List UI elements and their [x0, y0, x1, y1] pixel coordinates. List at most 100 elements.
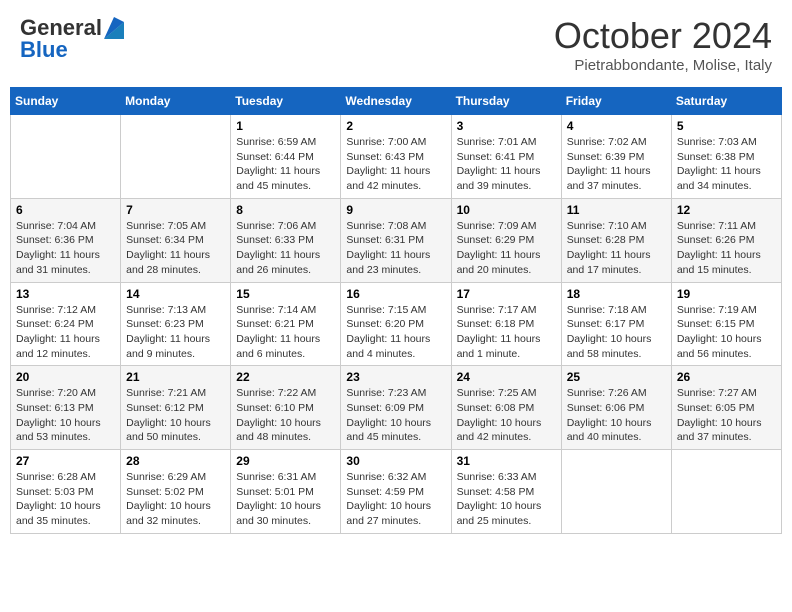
day-info: Sunrise: 7:04 AM Sunset: 6:36 PM Dayligh…: [16, 219, 115, 278]
calendar-cell: 18Sunrise: 7:18 AM Sunset: 6:17 PM Dayli…: [561, 282, 671, 366]
calendar-cell: 17 Sunrise: 7:17 AM Sunset: 6:18 PM Dayli…: [451, 282, 561, 366]
day-of-week-header: Sunday: [11, 88, 121, 115]
calendar-week-row: 1 Sunrise: 6:59 AM Sunset: 6:44 PM Daylig…: [11, 115, 782, 199]
day-number: 30: [346, 454, 445, 468]
day-number: 4: [567, 119, 666, 133]
day-number: 10: [457, 203, 556, 217]
day-number: 26: [677, 370, 776, 384]
calendar-cell: [561, 450, 671, 534]
day-number: 1: [236, 119, 335, 133]
day-number: 29: [236, 454, 335, 468]
calendar-cell: 20 Sunrise: 7:20 AM Sunset: 6:13 PM Dayli…: [11, 366, 121, 450]
day-number: 22: [236, 370, 335, 384]
day-info: Sunrise: 7:13 AM Sunset: 6:23 PM Dayligh…: [126, 303, 225, 362]
day-number: 17: [457, 287, 556, 301]
calendar-cell: 3Sunrise: 7:01 AM Sunset: 6:41 PM Daylig…: [451, 115, 561, 199]
day-info: Sunrise: 7:02 AM Sunset: 6:39 PM Dayligh…: [567, 135, 666, 194]
calendar-week-row: 13 Sunrise: 7:12 AM Sunset: 6:24 PM Dayli…: [11, 282, 782, 366]
calendar-cell: 26 Sunrise: 7:27 AM Sunset: 6:05 PM Dayli…: [671, 366, 781, 450]
calendar-cell: 14 Sunrise: 7:13 AM Sunset: 6:23 PM Dayli…: [121, 282, 231, 366]
day-number: 27: [16, 454, 115, 468]
calendar-cell: 30 Sunrise: 6:32 AM Sunset: 4:59 PM Dayli…: [341, 450, 451, 534]
calendar-cell: 2Sunrise: 7:00 AM Sunset: 6:43 PM Daylig…: [341, 115, 451, 199]
day-info: Sunrise: 6:59 AM Sunset: 6:44 PM Dayligh…: [236, 135, 335, 194]
day-number: 12: [677, 203, 776, 217]
day-info: Sunrise: 7:05 AM Sunset: 6:34 PM Dayligh…: [126, 219, 225, 278]
day-of-week-header: Saturday: [671, 88, 781, 115]
day-number: 21: [126, 370, 225, 384]
day-info: Sunrise: 7:26 AM Sunset: 6:06 PM Dayligh…: [567, 386, 666, 445]
day-number: 9: [346, 203, 445, 217]
day-info: Sunrise: 7:20 AM Sunset: 6:13 PM Dayligh…: [16, 386, 115, 445]
day-info: Sunrise: 6:29 AM Sunset: 5:02 PM Dayligh…: [126, 470, 225, 529]
day-of-week-header: Monday: [121, 88, 231, 115]
day-number: 28: [126, 454, 225, 468]
day-number: 14: [126, 287, 225, 301]
day-info: Sunrise: 7:09 AM Sunset: 6:29 PM Dayligh…: [457, 219, 556, 278]
day-info: Sunrise: 7:23 AM Sunset: 6:09 PM Dayligh…: [346, 386, 445, 445]
day-number: 25: [567, 370, 666, 384]
day-number: 23: [346, 370, 445, 384]
day-info: Sunrise: 7:11 AM Sunset: 6:26 PM Dayligh…: [677, 219, 776, 278]
calendar-cell: [121, 115, 231, 199]
day-number: 3: [457, 119, 556, 133]
day-of-week-header: Friday: [561, 88, 671, 115]
calendar-cell: 9 Sunrise: 7:08 AM Sunset: 6:31 PM Daylig…: [341, 198, 451, 282]
logo: General Blue: [20, 15, 124, 63]
calendar-cell: 13 Sunrise: 7:12 AM Sunset: 6:24 PM Dayli…: [11, 282, 121, 366]
calendar-cell: 6Sunrise: 7:04 AM Sunset: 6:36 PM Daylig…: [11, 198, 121, 282]
calendar-cell: 8Sunrise: 7:06 AM Sunset: 6:33 PM Daylig…: [231, 198, 341, 282]
calendar-cell: 25 Sunrise: 7:26 AM Sunset: 6:06 PM Dayli…: [561, 366, 671, 450]
day-number: 16: [346, 287, 445, 301]
day-number: 24: [457, 370, 556, 384]
day-number: 2: [346, 119, 445, 133]
day-of-week-header: Tuesday: [231, 88, 341, 115]
day-number: 8: [236, 203, 335, 217]
day-number: 13: [16, 287, 115, 301]
calendar-cell: 4 Sunrise: 7:02 AM Sunset: 6:39 PM Daylig…: [561, 115, 671, 199]
calendar-cell: 31 Sunrise: 6:33 AM Sunset: 4:58 PM Dayli…: [451, 450, 561, 534]
day-info: Sunrise: 7:17 AM Sunset: 6:18 PM Dayligh…: [457, 303, 556, 362]
calendar-cell: 29 Sunrise: 6:31 AM Sunset: 5:01 PM Dayli…: [231, 450, 341, 534]
calendar-cell: 22 Sunrise: 7:22 AM Sunset: 6:10 PM Dayli…: [231, 366, 341, 450]
calendar-cell: 21 Sunrise: 7:21 AM Sunset: 6:12 PM Dayli…: [121, 366, 231, 450]
day-number: 15: [236, 287, 335, 301]
calendar-cell: 1 Sunrise: 6:59 AM Sunset: 6:44 PM Daylig…: [231, 115, 341, 199]
day-of-week-header: Wednesday: [341, 88, 451, 115]
day-number: 5: [677, 119, 776, 133]
day-info: Sunrise: 7:03 AM Sunset: 6:38 PM Dayligh…: [677, 135, 776, 194]
calendar-cell: 19Sunrise: 7:19 AM Sunset: 6:15 PM Dayli…: [671, 282, 781, 366]
day-info: Sunrise: 7:15 AM Sunset: 6:20 PM Dayligh…: [346, 303, 445, 362]
calendar-week-row: 20 Sunrise: 7:20 AM Sunset: 6:13 PM Dayli…: [11, 366, 782, 450]
day-number: 31: [457, 454, 556, 468]
day-info: Sunrise: 6:31 AM Sunset: 5:01 PM Dayligh…: [236, 470, 335, 529]
calendar-header-row: SundayMondayTuesdayWednesdayThursdayFrid…: [11, 88, 782, 115]
day-number: 7: [126, 203, 225, 217]
day-number: 20: [16, 370, 115, 384]
calendar-cell: 15 Sunrise: 7:14 AM Sunset: 6:21 PM Dayli…: [231, 282, 341, 366]
logo-triangle-icon: [104, 17, 124, 39]
calendar-cell: [671, 450, 781, 534]
calendar-cell: 11Sunrise: 7:10 AM Sunset: 6:28 PM Dayli…: [561, 198, 671, 282]
calendar-cell: 23 Sunrise: 7:23 AM Sunset: 6:09 PM Dayli…: [341, 366, 451, 450]
day-info: Sunrise: 6:32 AM Sunset: 4:59 PM Dayligh…: [346, 470, 445, 529]
calendar-cell: 10 Sunrise: 7:09 AM Sunset: 6:29 PM Dayli…: [451, 198, 561, 282]
calendar-cell: [11, 115, 121, 199]
day-info: Sunrise: 7:19 AM Sunset: 6:15 PM Dayligh…: [677, 303, 776, 362]
day-info: Sunrise: 7:22 AM Sunset: 6:10 PM Dayligh…: [236, 386, 335, 445]
calendar-table: SundayMondayTuesdayWednesdayThursdayFrid…: [10, 87, 782, 534]
day-info: Sunrise: 7:12 AM Sunset: 6:24 PM Dayligh…: [16, 303, 115, 362]
calendar-cell: 24 Sunrise: 7:25 AM Sunset: 6:08 PM Dayli…: [451, 366, 561, 450]
day-info: Sunrise: 7:21 AM Sunset: 6:12 PM Dayligh…: [126, 386, 225, 445]
calendar-cell: 16 Sunrise: 7:15 AM Sunset: 6:20 PM Dayli…: [341, 282, 451, 366]
day-info: Sunrise: 7:27 AM Sunset: 6:05 PM Dayligh…: [677, 386, 776, 445]
location: Pietrabbondante, Molise, Italy: [554, 57, 772, 74]
calendar-cell: 12 Sunrise: 7:11 AM Sunset: 6:26 PM Dayli…: [671, 198, 781, 282]
day-info: Sunrise: 7:08 AM Sunset: 6:31 PM Dayligh…: [346, 219, 445, 278]
day-info: Sunrise: 7:14 AM Sunset: 6:21 PM Dayligh…: [236, 303, 335, 362]
day-info: Sunrise: 7:25 AM Sunset: 6:08 PM Dayligh…: [457, 386, 556, 445]
day-info: Sunrise: 6:33 AM Sunset: 4:58 PM Dayligh…: [457, 470, 556, 529]
header: General Blue October 2024 Pietrabbondant…: [10, 10, 782, 79]
day-info: Sunrise: 7:10 AM Sunset: 6:28 PM Dayligh…: [567, 219, 666, 278]
calendar-cell: 28 Sunrise: 6:29 AM Sunset: 5:02 PM Dayli…: [121, 450, 231, 534]
